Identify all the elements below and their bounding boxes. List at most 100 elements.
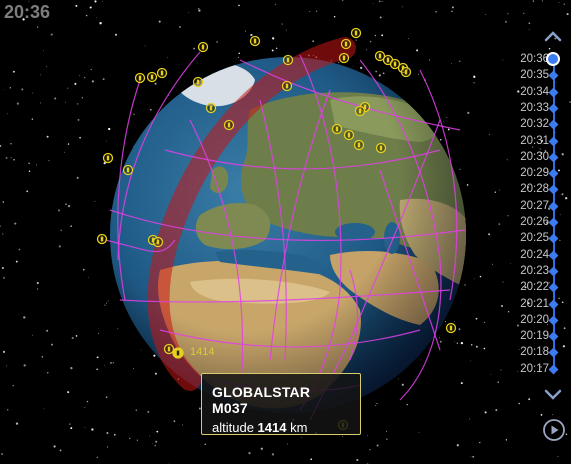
satellite-icon[interactable] (338, 52, 350, 64)
satellite-altitude: altitude 1414 km (212, 420, 350, 435)
satellite-icon[interactable] (249, 35, 261, 47)
play-icon[interactable] (542, 418, 566, 442)
satellite-icon[interactable] (331, 123, 343, 135)
star (312, 40, 314, 43)
star (166, 56, 168, 58)
satellite-icon[interactable] (340, 38, 352, 50)
timeline-step-label: 20:32 (520, 118, 549, 131)
satellite-icon[interactable] (102, 152, 114, 164)
star (379, 16, 382, 19)
satellite-icon[interactable] (156, 67, 168, 79)
star (271, 49, 274, 52)
satellite-icon[interactable] (343, 129, 355, 141)
star (491, 263, 493, 265)
star (153, 354, 156, 357)
timeline-step-label: 20:27 (520, 199, 549, 212)
timeline-step[interactable]: 20:36 (505, 52, 567, 66)
timeline-step[interactable]: 20:21 (505, 298, 567, 311)
satellite-icon[interactable] (192, 76, 204, 88)
star (484, 322, 486, 323)
star (14, 222, 17, 225)
timeline-marker (548, 250, 559, 261)
timeline-step[interactable]: 20:22 (505, 281, 567, 294)
satellite-icon[interactable] (122, 164, 134, 176)
star (95, 17, 97, 18)
satellite-icon[interactable] (146, 71, 158, 83)
timeline-step[interactable]: 20:20 (505, 314, 567, 327)
star (13, 158, 15, 161)
star (110, 362, 112, 364)
satellite-icon[interactable] (205, 102, 217, 114)
star (408, 38, 409, 39)
star (468, 418, 470, 420)
star (563, 3, 565, 5)
star (67, 87, 69, 89)
timeline-step[interactable]: 20:34 (505, 86, 567, 99)
timeline-step-label: 20:24 (520, 248, 549, 261)
satellite-icon[interactable] (223, 119, 235, 131)
satellite-icon[interactable] (353, 139, 365, 151)
timeline-step[interactable]: 20:24 (505, 248, 567, 262)
timeline-step[interactable]: 20:32 (505, 118, 567, 131)
timeline-step[interactable]: 20:17 (505, 363, 567, 376)
star (154, 372, 157, 375)
satellite-icon[interactable] (400, 66, 412, 78)
timeline-step[interactable]: 20:23 (505, 265, 567, 278)
satellite-icon[interactable] (96, 233, 108, 245)
chevron-up-icon[interactable] (543, 28, 563, 44)
satellite-icon[interactable] (445, 322, 457, 334)
timeline-marker (548, 136, 559, 146)
star (446, 117, 448, 118)
timeline-step[interactable]: 20:29 (505, 167, 567, 180)
timeline-step-label: 20:19 (520, 330, 549, 343)
altitude-unit: km (290, 420, 308, 435)
timeline-step[interactable]: 20:19 (505, 330, 567, 343)
satellite-icon[interactable] (375, 142, 387, 154)
star (108, 127, 111, 131)
timeline-step[interactable]: 20:25 (505, 232, 567, 245)
satellite-icon[interactable] (354, 105, 366, 117)
timeline-marker (548, 119, 559, 130)
chevron-down-icon[interactable] (543, 387, 563, 403)
timeline-step[interactable]: 20:26 (505, 216, 567, 229)
timeline-step[interactable]: 20:18 (505, 346, 567, 359)
timeline-step[interactable]: 20:27 (505, 199, 567, 213)
satellite-icon[interactable] (350, 27, 362, 39)
altitude-value: 1414 (257, 420, 287, 435)
star (483, 347, 486, 350)
star (83, 268, 85, 271)
star (133, 113, 135, 115)
star (53, 445, 56, 448)
star (54, 97, 57, 100)
star (541, 0, 543, 2)
star (532, 0, 535, 2)
star (366, 49, 367, 51)
selected-satellite[interactable] (172, 347, 184, 359)
timeline-step[interactable]: 20:30 (505, 151, 567, 164)
satellite-icon[interactable] (197, 41, 209, 53)
timeline-step[interactable]: 20:31 (505, 135, 567, 148)
star (36, 164, 38, 166)
star (360, 66, 363, 70)
satellite-icon[interactable] (134, 72, 146, 84)
satellite-icon[interactable] (281, 80, 293, 92)
star (7, 113, 9, 115)
timeline-step[interactable]: 20:28 (505, 183, 567, 196)
star (96, 456, 99, 458)
star (381, 0, 383, 2)
star (50, 33, 53, 36)
star (28, 170, 31, 172)
star (67, 143, 70, 145)
satellite-icon[interactable] (152, 236, 164, 248)
star (287, 443, 289, 445)
star (458, 328, 461, 331)
star (28, 162, 30, 164)
satellite-icon[interactable] (282, 54, 294, 66)
current-time: 20:36 (4, 2, 51, 22)
satellite-icon[interactable] (163, 343, 175, 355)
timeline-marker (548, 315, 559, 326)
star (341, 436, 343, 437)
timeline-step[interactable]: 20:35 (505, 69, 567, 82)
timeline-step[interactable]: 20:33 (505, 102, 567, 115)
star (173, 420, 176, 423)
